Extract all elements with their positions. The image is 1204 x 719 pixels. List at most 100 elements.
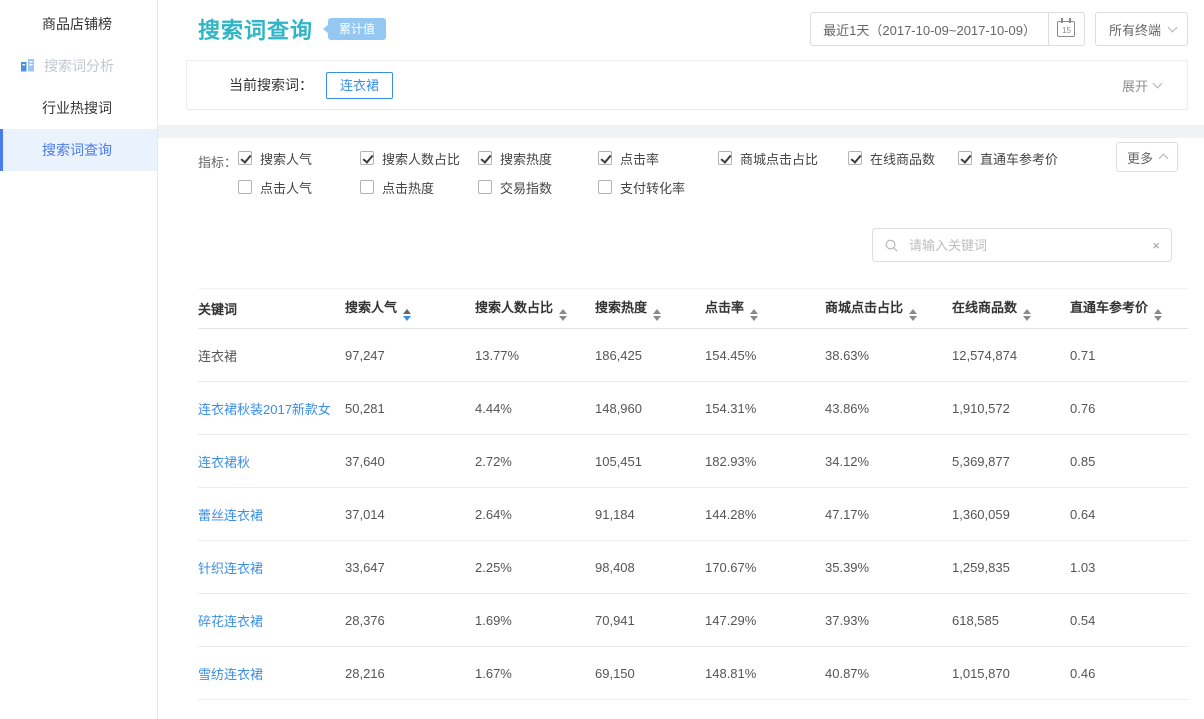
keyword-link[interactable]: 蕾丝连衣裙: [198, 508, 263, 523]
metric-label: 支付转化率: [620, 178, 685, 197]
cell-value: 98,408: [595, 560, 635, 575]
cell-value: 5,369,877: [952, 454, 1010, 469]
table-header-row: 关键词 搜索人气 搜索人数占比 搜索热度: [198, 289, 1188, 329]
cell-value: 12,574,874: [952, 348, 1017, 363]
keyword-search-input[interactable]: [907, 237, 1144, 254]
cell-value: 97,247: [345, 348, 385, 363]
col-header-click-rate[interactable]: 点击率: [705, 289, 825, 329]
cell-value: 47.17%: [825, 507, 869, 522]
col-header-mall-click-ratio[interactable]: 商城点击占比: [825, 289, 952, 329]
date-range-picker[interactable]: 最近1天（2017-10-09~2017-10-09） 15: [810, 12, 1085, 46]
checkbox-icon[interactable]: [598, 151, 612, 165]
checkbox-icon[interactable]: [238, 180, 252, 194]
cell-value: 154.31%: [705, 401, 756, 416]
checkbox-icon[interactable]: [360, 151, 374, 165]
date-range-text: 最近1天（2017-10-09~2017-10-09）: [811, 13, 1048, 45]
col-header-search-user-ratio[interactable]: 搜索人数占比: [475, 289, 595, 329]
keyword-link[interactable]: 连衣裙秋装2017新款女: [198, 402, 331, 417]
sort-icon[interactable]: [653, 309, 661, 321]
col-header-ztc-reference-price[interactable]: 直通车参考价: [1070, 289, 1188, 329]
metric-payment-conversion[interactable]: 支付转化率: [598, 178, 685, 197]
metric-label: 点击人气: [260, 178, 312, 197]
cell-value: 50,281: [345, 401, 385, 416]
cell-value: 70,941: [595, 613, 635, 628]
more-metrics-button[interactable]: 更多: [1116, 142, 1178, 172]
keyword-link[interactable]: 针织连衣裙: [198, 561, 263, 576]
checkbox-icon[interactable]: [598, 180, 612, 194]
keyword-link[interactable]: 连衣裙秋: [198, 455, 250, 470]
col-header-search-popularity[interactable]: 搜索人气: [345, 289, 475, 329]
cell-value: 0.64: [1070, 507, 1095, 522]
checkbox-icon[interactable]: [360, 180, 374, 194]
checkbox-icon[interactable]: [478, 151, 492, 165]
chevron-down-icon: [1168, 23, 1178, 33]
sidebar-item-label: 搜索词分析: [44, 56, 114, 76]
metric-click-popularity[interactable]: 点击人气: [238, 178, 360, 197]
expand-label: 展开: [1122, 76, 1148, 95]
keyword-search-box[interactable]: ×: [872, 228, 1172, 262]
keyword-text: 连衣裙: [198, 349, 237, 364]
table-row: 雪纺连衣裙 28,216 1.67% 69,150 148.81% 40.87%…: [198, 647, 1188, 700]
cell-value: 2.25%: [475, 560, 512, 575]
metric-click-rate[interactable]: 点击率: [598, 149, 718, 168]
sort-icon[interactable]: [909, 309, 917, 321]
sidebar-item-label: 行业热搜词: [42, 98, 112, 118]
search-icon: [884, 238, 899, 253]
clear-search-icon[interactable]: ×: [1152, 239, 1160, 252]
cell-value: 28,216: [345, 666, 385, 681]
checkbox-icon[interactable]: [848, 151, 862, 165]
sidebar-item-search-word-analysis[interactable]: 搜索词分析: [0, 45, 157, 87]
expand-toggle[interactable]: 展开: [1122, 76, 1161, 95]
metric-search-user-ratio[interactable]: 搜索人数占比: [360, 149, 478, 168]
current-term-tag[interactable]: 连衣裙: [326, 72, 393, 99]
col-header-search-heat[interactable]: 搜索热度: [595, 289, 705, 329]
sort-icon[interactable]: [1023, 309, 1031, 321]
app-root: 商品店铺榜 搜索词分析 行业热搜词 搜索词查询: [0, 0, 1204, 719]
sort-icon[interactable]: [750, 309, 758, 321]
keyword-link[interactable]: 雪纺连衣裙: [198, 667, 263, 682]
cell-value: 148.81%: [705, 666, 756, 681]
metric-label: 商城点击占比: [740, 149, 818, 168]
keyword-link[interactable]: 碎花连衣裙: [198, 614, 263, 629]
main-content: 搜索词查询 累计值 最近1天（2017-10-09~2017-10-09） 15…: [158, 0, 1204, 719]
sort-icon[interactable]: [1154, 309, 1162, 321]
col-header-online-products[interactable]: 在线商品数: [952, 289, 1070, 329]
calendar-button[interactable]: 15: [1048, 13, 1084, 45]
metric-ztc-reference-price[interactable]: 直通车参考价: [958, 149, 1058, 168]
sidebar-item-product-shop-ranking[interactable]: 商品店铺榜: [0, 3, 157, 45]
table-row: 连衣裙秋 37,640 2.72% 105,451 182.93% 34.12%…: [198, 435, 1188, 488]
sort-icon[interactable]: [403, 309, 411, 321]
cell-value: 69,150: [595, 666, 635, 681]
checkbox-icon[interactable]: [478, 180, 492, 194]
cell-value: 0.76: [1070, 401, 1095, 416]
metric-search-heat[interactable]: 搜索热度: [478, 149, 598, 168]
cell-value: 170.67%: [705, 560, 756, 575]
cell-value: 13.77%: [475, 348, 519, 363]
metric-search-popularity[interactable]: 搜索人气: [238, 149, 360, 168]
metric-click-heat[interactable]: 点击热度: [360, 178, 478, 197]
sidebar-item-label: 搜索词查询: [42, 140, 112, 160]
checkbox-icon[interactable]: [958, 151, 972, 165]
cell-value: 91,184: [595, 507, 635, 522]
terminal-filter-dropdown[interactable]: 所有终端: [1095, 12, 1188, 46]
calendar-icon: 15: [1057, 21, 1075, 37]
table-row: 连衣裙 97,247 13.77% 186,425 154.45% 38.63%…: [198, 329, 1188, 382]
checkbox-icon[interactable]: [238, 151, 252, 165]
cell-value: 37,640: [345, 454, 385, 469]
metric-label: 点击热度: [382, 178, 434, 197]
metric-transaction-index[interactable]: 交易指数: [478, 178, 598, 197]
checkbox-icon[interactable]: [718, 151, 732, 165]
metric-mall-click-ratio[interactable]: 商城点击占比: [718, 149, 848, 168]
cell-value: 105,451: [595, 454, 642, 469]
sidebar-item-search-word-query[interactable]: 搜索词查询: [0, 129, 157, 171]
keyword-results-table: 关键词 搜索人气 搜索人数占比 搜索热度: [198, 288, 1188, 700]
metric-online-products[interactable]: 在线商品数: [848, 149, 958, 168]
sort-icon[interactable]: [559, 309, 567, 321]
page-title: 搜索词查询: [198, 13, 313, 45]
cell-value: 1,360,059: [952, 507, 1010, 522]
cumulative-value-badge: 累计值: [328, 18, 386, 40]
cell-value: 2.64%: [475, 507, 512, 522]
cell-value: 1,910,572: [952, 401, 1010, 416]
sidebar-item-industry-hot-words[interactable]: 行业热搜词: [0, 87, 157, 129]
building-chart-icon: [20, 58, 35, 75]
